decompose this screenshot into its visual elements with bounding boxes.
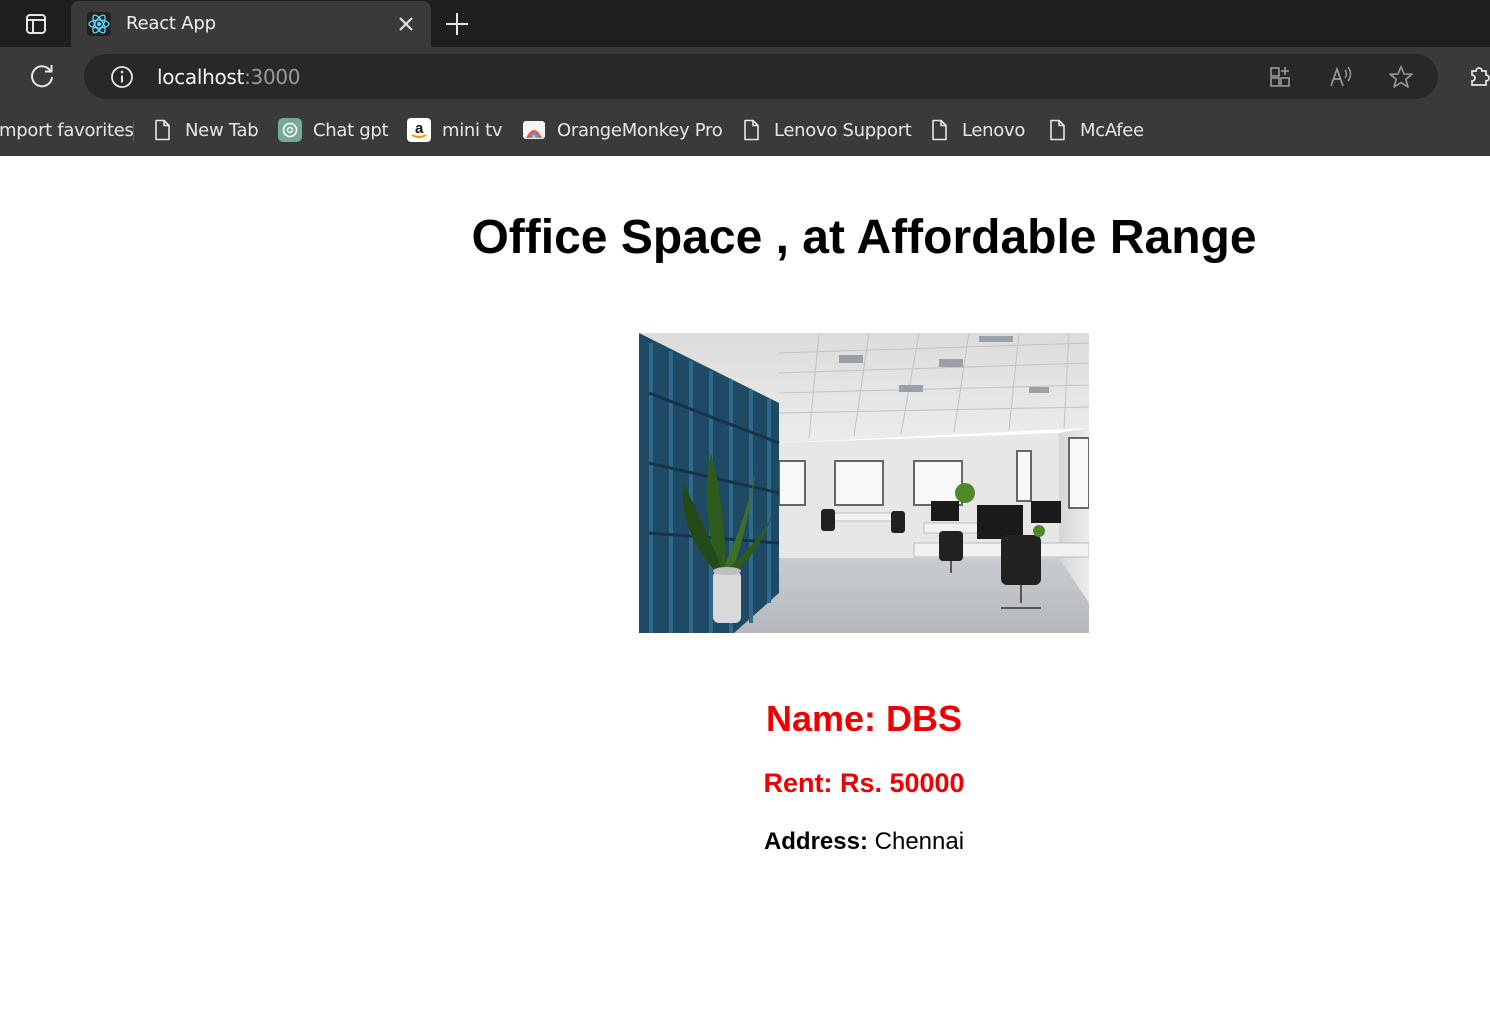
site-info-icon[interactable] bbox=[110, 65, 134, 89]
address-label: Address: bbox=[763, 828, 868, 855]
orangemonkey-icon bbox=[523, 121, 545, 139]
new-tab-plus-icon[interactable] bbox=[444, 11, 470, 37]
bookmark-mini-tv[interactable]: a mini tv bbox=[407, 118, 503, 142]
bookmark-label: mport favorites bbox=[0, 119, 134, 141]
favorites-bar: mport favorites New Tab Chat gpt a mini … bbox=[0, 105, 1490, 156]
favorite-star-icon[interactable] bbox=[1388, 64, 1414, 90]
bookmarks-divider bbox=[133, 120, 134, 142]
address-value: Chennai bbox=[874, 828, 965, 855]
office-rent: Rent: Rs. 50000 bbox=[763, 768, 965, 798]
page-icon bbox=[155, 119, 170, 141]
amazon-icon: a bbox=[407, 118, 431, 142]
bookmark-orangemonkey-pro[interactable]: OrangeMonkey Pro bbox=[522, 118, 723, 142]
tab-title: React App bbox=[126, 13, 216, 34]
react-logo-icon bbox=[87, 12, 111, 36]
extensions-puzzle-icon[interactable] bbox=[1466, 63, 1490, 89]
reload-icon[interactable] bbox=[28, 62, 56, 90]
url-host: localhost bbox=[157, 65, 245, 89]
office-interior-photo bbox=[639, 333, 1089, 633]
bookmark-label: Lenovo Support bbox=[774, 119, 912, 141]
bookmark-lenovo-support[interactable]: Lenovo Support bbox=[739, 118, 912, 142]
office-address: Address: Chennai bbox=[0, 828, 1490, 856]
bookmark-label: Lenovo bbox=[962, 119, 1026, 141]
bookmark-chat-gpt[interactable]: Chat gpt bbox=[278, 118, 389, 142]
tab-actions-button[interactable] bbox=[14, 11, 58, 37]
bookmark-label: OrangeMonkey Pro bbox=[557, 119, 723, 141]
tab-strip: React App bbox=[0, 0, 1490, 47]
bookmark-label: New Tab bbox=[185, 119, 259, 141]
read-aloud-icon[interactable] bbox=[1328, 64, 1354, 90]
page-title: Office Space , at Affordable Range bbox=[471, 211, 1257, 264]
bookmark-label: mini tv bbox=[442, 119, 503, 141]
page-icon bbox=[1050, 119, 1065, 141]
address-bar[interactable]: localhost:3000 bbox=[84, 54, 1438, 99]
bookmark-mcafee[interactable]: McAfee bbox=[1045, 118, 1144, 142]
bookmark-label: Chat gpt bbox=[313, 119, 389, 141]
office-name: Name: DBS bbox=[765, 698, 963, 739]
tab-react-app[interactable]: React App bbox=[71, 1, 431, 47]
url-port: :3000 bbox=[244, 65, 301, 89]
chatgpt-icon bbox=[278, 118, 302, 142]
close-tab-icon[interactable] bbox=[397, 15, 415, 33]
browser-toolbar: localhost:3000 bbox=[0, 47, 1490, 105]
tab-actions-icon bbox=[26, 14, 46, 34]
url-text[interactable]: localhost:3000 bbox=[157, 65, 301, 89]
app-available-icon[interactable] bbox=[1268, 64, 1294, 90]
bookmark-label: McAfee bbox=[1080, 119, 1144, 141]
bookmark-import-favorites[interactable]: mport favorites bbox=[0, 118, 134, 142]
bookmark-lenovo[interactable]: Lenovo bbox=[927, 118, 1025, 142]
page-icon bbox=[932, 119, 947, 141]
page-icon bbox=[744, 119, 759, 141]
bookmark-new-tab[interactable]: New Tab bbox=[150, 118, 259, 142]
svg-text:a: a bbox=[415, 120, 424, 137]
